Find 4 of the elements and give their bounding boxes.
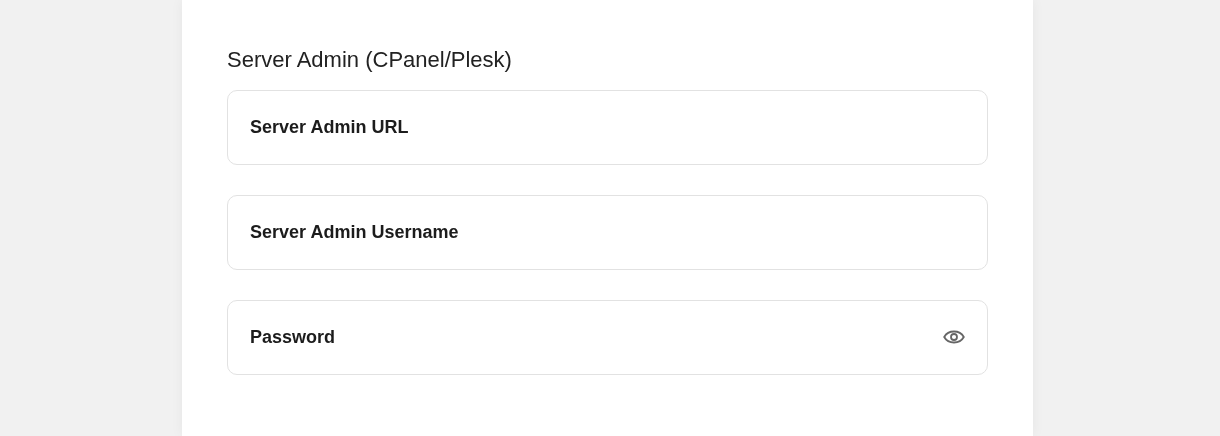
section-title: Server Admin (CPanel/Plesk) [227, 46, 513, 74]
input-field[interactable]: Server Admin Username [227, 195, 988, 270]
password-field[interactable]: Password [227, 300, 988, 375]
input-field[interactable]: Server Admin URL [227, 90, 988, 165]
